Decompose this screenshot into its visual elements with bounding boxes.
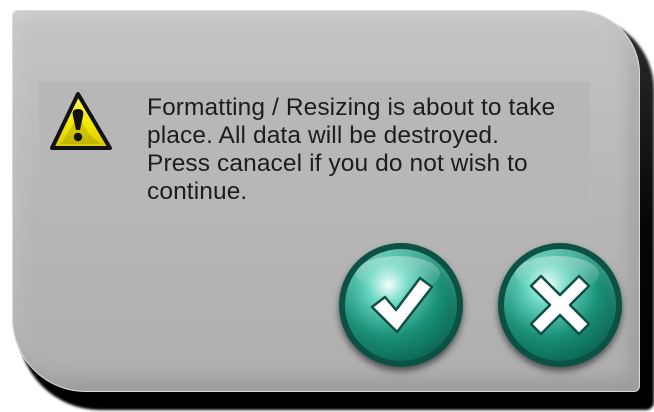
message-line-1: Formatting / Resizing is about to take — [147, 94, 556, 121]
checkmark-icon — [370, 276, 434, 334]
message-line-3: Press canacel if you do not wish to — [147, 150, 528, 177]
message-line-4: continue. — [147, 178, 248, 205]
cancel-button[interactable] — [498, 243, 622, 367]
confirm-button[interactable] — [339, 243, 463, 367]
warning-message: Formatting / Resizing is about to take p… — [147, 94, 607, 206]
close-icon — [529, 274, 591, 336]
warning-icon — [50, 92, 112, 150]
message-line-2: place. All data will be destroyed. — [147, 122, 500, 149]
